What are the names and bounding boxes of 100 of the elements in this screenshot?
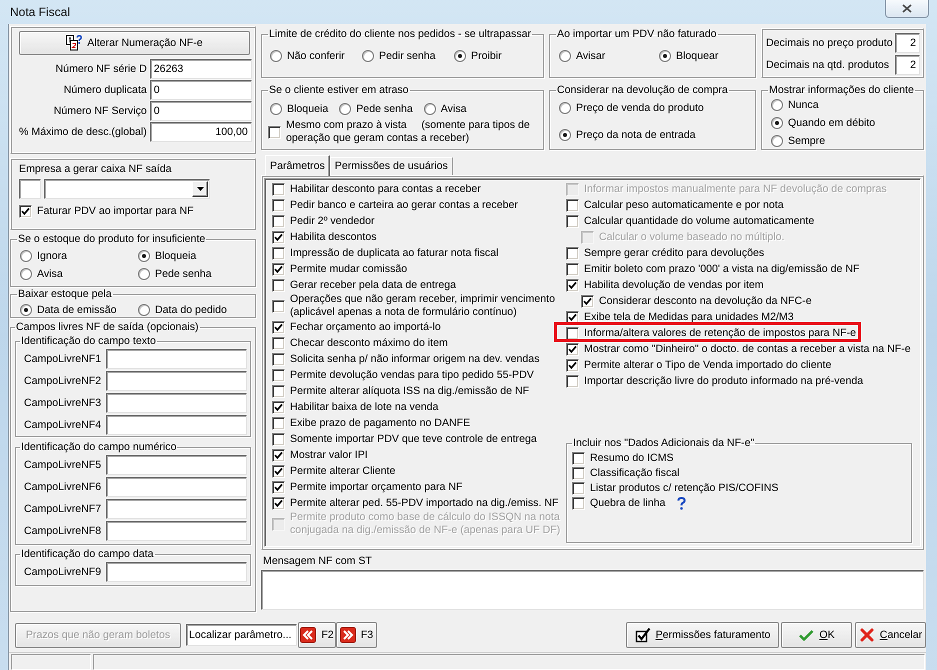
radio-label[interactable]: Bloquear: [676, 50, 718, 62]
checkbox[interactable]: [572, 497, 585, 510]
checkbox[interactable]: [272, 320, 285, 334]
radio-label[interactable]: Bloqueia: [155, 250, 196, 262]
renumber-button[interactable]: Alterar Numeração NF-e: [19, 31, 250, 55]
input-field[interactable]: 26263: [150, 59, 252, 79]
checkbox-label[interactable]: Permite alterar Cliente: [290, 464, 396, 478]
radio-button[interactable]: [339, 103, 352, 115]
checkbox[interactable]: [581, 294, 594, 308]
radio-button[interactable]: [138, 250, 150, 262]
search-field[interactable]: Localizar parâmetro...: [186, 624, 297, 646]
radio-label[interactable]: Nunca: [788, 98, 819, 112]
checkbox-label[interactable]: Permite alterar o Tipo de Venda importado do cliente: [584, 358, 832, 372]
checkbox-label[interactable]: Faturar PDV ao importar para NF: [37, 204, 194, 218]
radio-label[interactable]: Quando em débito: [788, 116, 876, 130]
checkbox[interactable]: [272, 448, 285, 462]
input-field[interactable]: [106, 562, 247, 582]
input-field[interactable]: 2: [895, 55, 920, 75]
checkbox[interactable]: [272, 182, 285, 196]
checkbox[interactable]: [272, 400, 285, 414]
input-field[interactable]: [106, 415, 247, 435]
cancel-button[interactable]: Cancelar: [855, 622, 926, 648]
checkbox[interactable]: [566, 326, 579, 340]
ok-button[interactable]: OK: [781, 622, 852, 648]
message-field[interactable]: [261, 570, 924, 610]
checkbox-label[interactable]: Importar descrição livre do produto informado na pré-venda: [584, 374, 864, 388]
radio-label[interactable]: Pede senha: [155, 268, 212, 280]
checkbox[interactable]: [566, 278, 579, 292]
nav-button[interactable]: F3: [336, 622, 377, 648]
radio-button[interactable]: [138, 268, 150, 280]
radio-label[interactable]: Não conferir: [287, 50, 345, 62]
checkbox-label[interactable]: Classificação fiscal: [590, 467, 680, 480]
radio-label[interactable]: Pede senha: [356, 102, 413, 116]
checkbox-label[interactable]: Habilita devolução de vendas por item: [584, 278, 764, 292]
checkbox[interactable]: [272, 352, 285, 366]
input-field[interactable]: [106, 371, 247, 391]
checkbox[interactable]: [572, 452, 585, 465]
checkbox[interactable]: [272, 384, 285, 398]
checkbox-label[interactable]: Permite importar orçamento para NF: [290, 480, 463, 494]
input-field[interactable]: [106, 349, 247, 369]
checkbox[interactable]: [566, 310, 579, 324]
checkbox-label[interactable]: Fechar orçamento ao importá-lo: [290, 320, 441, 334]
checkbox-label[interactable]: Impressão de duplicata ao faturar nota fiscal: [290, 246, 498, 260]
checkbox[interactable]: [272, 496, 285, 510]
checkbox[interactable]: [272, 230, 285, 244]
radio-button[interactable]: [20, 304, 32, 316]
checkbox[interactable]: [268, 126, 281, 138]
checkbox[interactable]: [272, 464, 285, 478]
input-field[interactable]: [106, 499, 247, 519]
checkbox[interactable]: [272, 278, 285, 292]
dropdown-button[interactable]: [192, 181, 208, 197]
checkbox-label[interactable]: Permite mudar comissão: [290, 262, 408, 276]
checkbox[interactable]: [272, 368, 285, 382]
radio-button[interactable]: [138, 304, 150, 316]
tab[interactable]: Parâmetros: [265, 155, 330, 176]
checkbox-label[interactable]: Permite devolução vendas para tipo pedido 55-PDV: [290, 368, 534, 382]
checkbox-label[interactable]: Permite alterar ped. 55-PDV importado na dig./emiss. NF: [290, 496, 558, 510]
radio-button[interactable]: [362, 50, 374, 62]
checkbox-label[interactable]: Sempre gerar crédito para devoluções: [584, 246, 764, 260]
checkbox-label[interactable]: Gerar receber pela data de entrega: [290, 278, 456, 292]
checkbox[interactable]: [272, 480, 285, 494]
input-field[interactable]: 100,00: [150, 122, 252, 142]
checkbox[interactable]: [566, 198, 579, 212]
checkbox[interactable]: [572, 482, 585, 495]
checkbox-label[interactable]: Permite alterar alíquota ISS na dig./emissão de NF: [290, 384, 530, 398]
radio-label[interactable]: Avisa: [37, 268, 63, 280]
radio-button[interactable]: [270, 50, 282, 62]
radio-button[interactable]: [559, 50, 571, 62]
tab[interactable]: Permissões de usuários: [330, 157, 453, 175]
input-field[interactable]: [106, 521, 247, 541]
radio-button[interactable]: [20, 268, 32, 280]
radio-button[interactable]: [454, 50, 466, 62]
radio-label[interactable]: Data de emissão: [37, 304, 116, 316]
permissions-button[interactable]: Permissões faturamento: [626, 622, 779, 648]
checkbox-label[interactable]: Quebra de linha: [590, 497, 666, 510]
radio-label[interactable]: Preço da nota de entrada: [576, 128, 696, 142]
checkbox-label[interactable]: Operações que não geram receber, imprimir vencimento (aplicável apenas a nota de formulário contínuo): [290, 293, 555, 319]
checkbox[interactable]: [272, 300, 285, 312]
checkbox-label[interactable]: Mesmo com prazo à vista (somente para tipos de operação que geram contas a receber): [286, 119, 530, 145]
checkbox[interactable]: [272, 198, 285, 212]
radio-label[interactable]: Pedir senha: [379, 50, 436, 62]
checkbox-label[interactable]: Checar desconto máximo do item: [290, 336, 448, 350]
radio-button[interactable]: [771, 99, 783, 111]
checkbox[interactable]: [572, 467, 585, 480]
checkbox[interactable]: [566, 342, 579, 356]
checkbox-label[interactable]: Habilitar desconto para contas a receber: [290, 182, 481, 196]
checkbox[interactable]: [19, 204, 32, 218]
checkbox[interactable]: [272, 432, 285, 446]
radio-label[interactable]: Sempre: [788, 134, 826, 148]
checkbox-label[interactable]: Considerar desconto na devolução da NFC-e: [599, 294, 812, 308]
checkbox-label[interactable]: Calcular quantidade do volume automaticamente: [584, 214, 814, 228]
radio-label[interactable]: Avisa: [440, 102, 467, 116]
radio-label[interactable]: Avisar: [576, 50, 606, 62]
checkbox-label[interactable]: Pedir 2º vendedor: [290, 214, 375, 228]
radio-label[interactable]: Bloqueia: [287, 102, 328, 116]
radio-button[interactable]: [270, 103, 282, 115]
checkbox-label[interactable]: Pedir banco e carteira ao gerar contas a receber: [290, 198, 518, 212]
checkbox-label[interactable]: Resumo do ICMS: [590, 452, 674, 465]
input-field[interactable]: 0: [150, 80, 252, 100]
radio-button[interactable]: [559, 102, 571, 114]
